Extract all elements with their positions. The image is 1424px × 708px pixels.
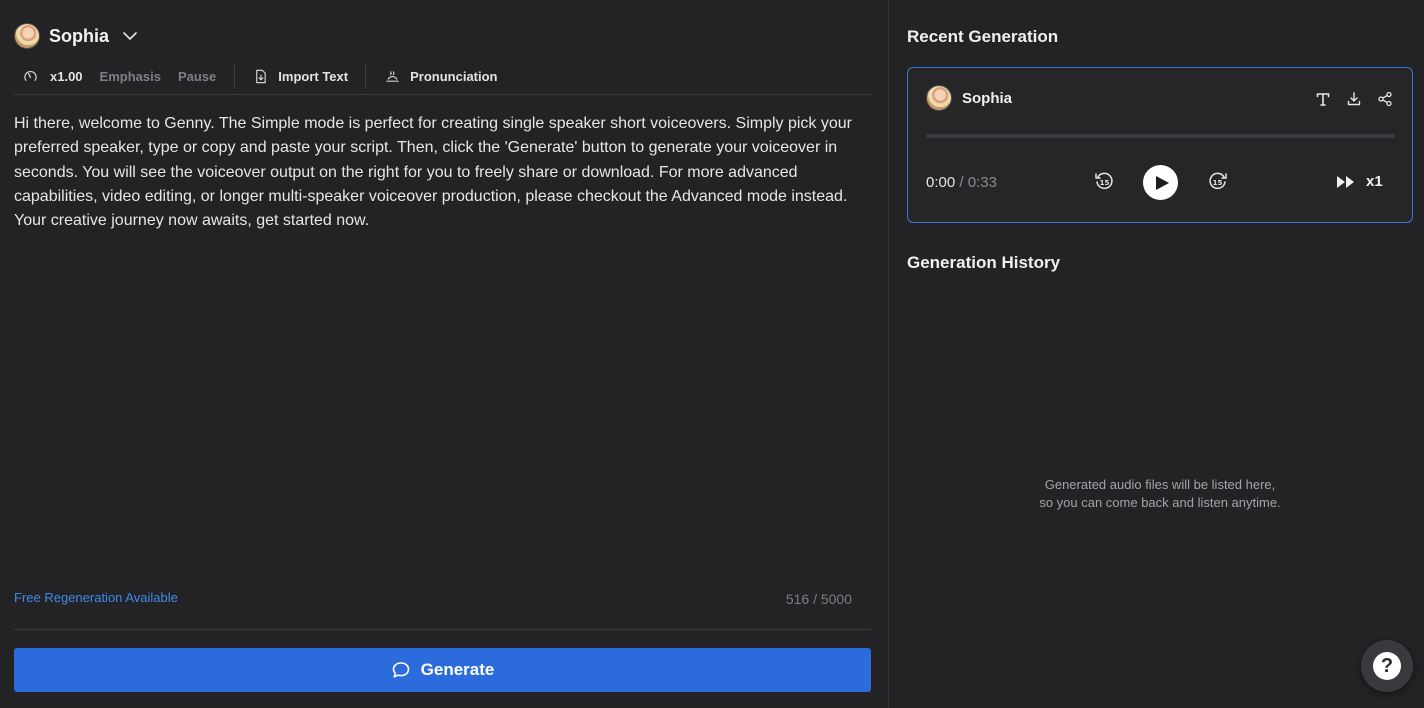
forward-15-icon[interactable]: 15 [1207, 170, 1229, 192]
file-import-icon [256, 69, 267, 83]
generation-history-title: Generation History [907, 253, 1061, 272]
help-icon: ? [1373, 652, 1401, 680]
svg-text:15: 15 [1100, 179, 1110, 187]
speaker-selector[interactable]: Sophia [14, 23, 138, 49]
import-text-label: Import Text [278, 68, 349, 84]
speaker-avatar [14, 23, 40, 49]
character-count: 516 / 5000 [785, 591, 852, 607]
duration: 0:33 [967, 174, 997, 191]
share-icon[interactable] [1376, 90, 1394, 108]
play-icon [1156, 175, 1169, 190]
editor-panel: Sophia x1.00 Emphasis Pause Import Text … [0, 0, 889, 708]
card-actions [1301, 90, 1394, 108]
generate-button[interactable]: Generate [14, 648, 871, 692]
divider [14, 629, 871, 630]
script-textarea[interactable]: Hi there, welcome to Genny. The Simple m… [14, 112, 864, 233]
history-empty-message: Generated audio files will be listed her… [907, 476, 1413, 512]
pronunciation-button[interactable]: Pronunciation [385, 63, 498, 89]
time-separator: / [955, 174, 968, 191]
editor-toolbar: x1.00 Emphasis Pause Import Text Pronunc… [14, 58, 871, 95]
emphasis-button[interactable]: Emphasis [100, 63, 161, 89]
speaker-name: Sophia [49, 25, 110, 46]
empty-line-1: Generated audio files will be listed her… [1044, 477, 1276, 492]
output-panel: Recent Generation Sophia 0:00 / 0:33 15 … [890, 0, 1424, 708]
rewind-15-icon[interactable]: 15 [1093, 170, 1115, 192]
pronunciation-icon [386, 70, 399, 82]
generate-label: Generate [420, 660, 495, 679]
fast-forward-icon[interactable] [1336, 174, 1356, 190]
svg-text:15: 15 [1213, 179, 1223, 187]
toolbar-divider [365, 63, 367, 89]
empty-line-2: so you can come back and listen anytime. [1039, 495, 1281, 510]
recent-generation-card: Sophia 0:00 / 0:33 15 15 x1 [907, 67, 1413, 223]
playback-speed[interactable]: x1 [1366, 173, 1383, 190]
chat-bubble-icon [392, 662, 409, 678]
recent-generation-title: Recent Generation [907, 27, 1059, 46]
speaker-avatar [926, 85, 952, 111]
pronunciation-label: Pronunciation [410, 68, 498, 84]
speed-control[interactable]: x1.00 [23, 63, 83, 89]
download-icon[interactable] [1345, 90, 1363, 108]
speed-value: x1.00 [50, 68, 83, 84]
audio-progress-bar[interactable] [926, 134, 1395, 138]
current-time: 0:00 [926, 174, 956, 191]
import-text-button[interactable]: Import Text [253, 63, 348, 89]
pause-button[interactable]: Pause [178, 63, 216, 89]
speed-gauge-icon [24, 70, 37, 81]
play-button[interactable] [1143, 165, 1178, 200]
chevron-down-icon[interactable] [122, 28, 138, 44]
free-regeneration-link[interactable]: Free Regeneration Available [14, 590, 178, 605]
text-icon[interactable] [1314, 90, 1332, 108]
help-button[interactable]: ? [1361, 640, 1413, 692]
playback-time: 0:00 / 0:33 [926, 174, 997, 191]
toolbar-divider [234, 63, 236, 89]
card-speaker-name: Sophia [962, 90, 1013, 107]
